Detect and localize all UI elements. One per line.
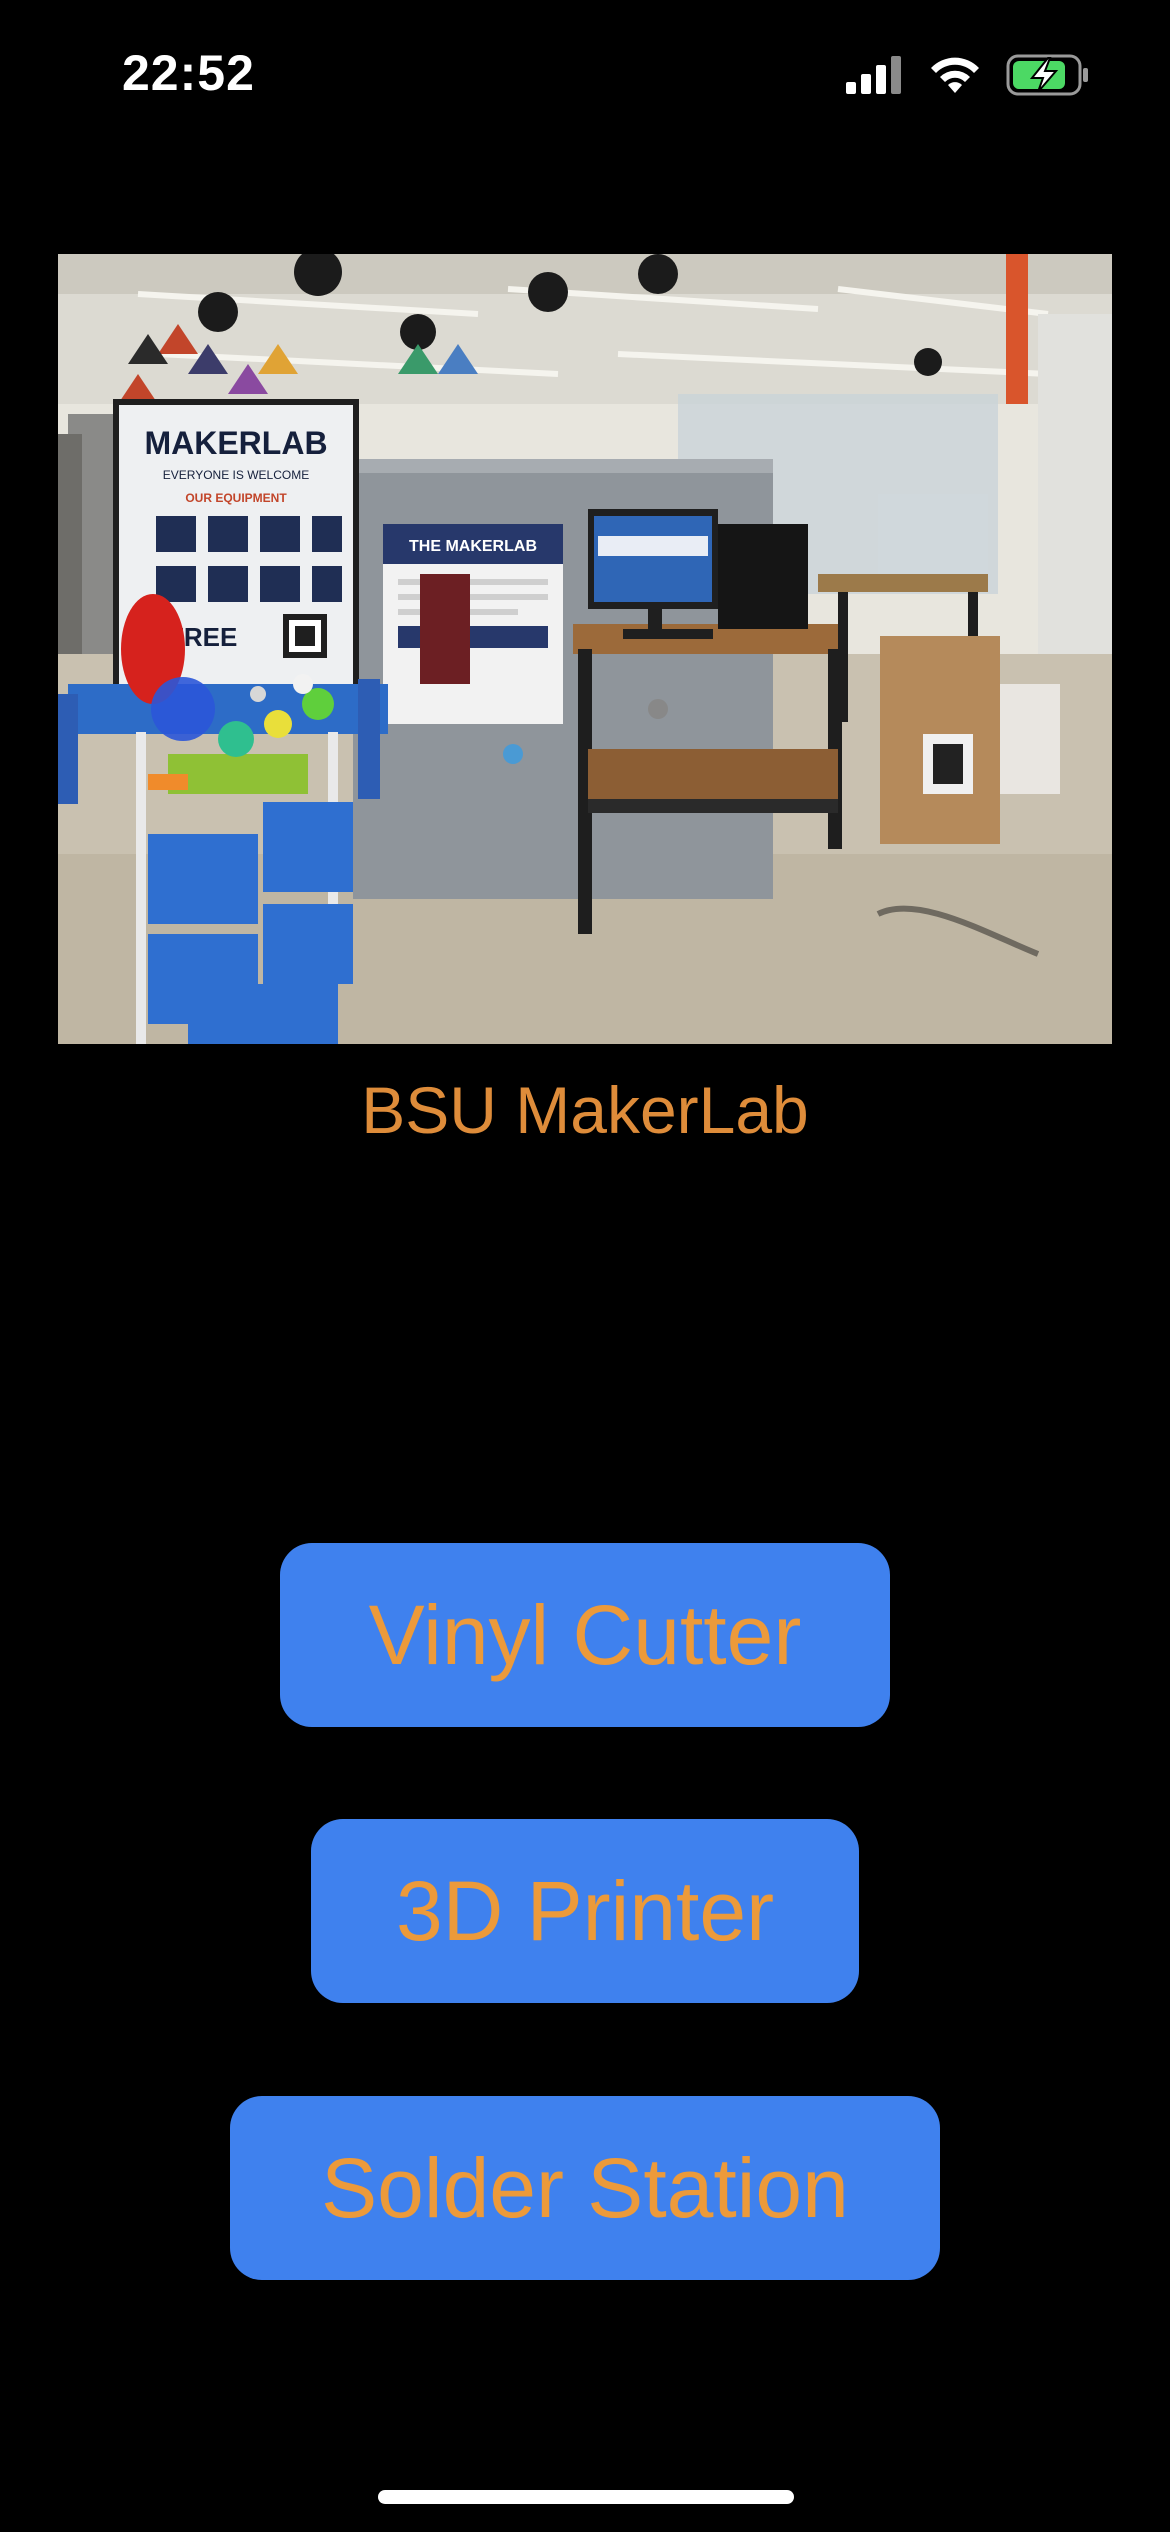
cellular-signal-icon: [846, 56, 904, 94]
home-indicator[interactable]: [378, 2490, 794, 2504]
vinyl-cutter-button[interactable]: Vinyl Cutter: [280, 1543, 890, 1727]
poster-section: OUR EQUIPMENT: [185, 491, 287, 505]
wifi-icon: [928, 55, 982, 95]
makerlab-photo: THE MAKERLAB MAKERLAB EVERYONE IS WELCOM…: [58, 254, 1112, 1044]
poster-title: MAKERLAB: [144, 425, 327, 461]
battery-charging-icon: [1006, 54, 1090, 96]
solder-station-button[interactable]: Solder Station: [230, 2096, 940, 2280]
status-bar: 22:52: [0, 0, 1170, 150]
status-icons: [846, 54, 1090, 96]
status-time: 22:52: [122, 45, 255, 101]
board-title: THE MAKERLAB: [409, 538, 537, 555]
poster-subtitle: EVERYONE IS WELCOME: [163, 468, 309, 482]
3d-printer-button[interactable]: 3D Printer: [311, 1819, 859, 2003]
hero-caption: BSU MakerLab: [361, 1073, 809, 1147]
